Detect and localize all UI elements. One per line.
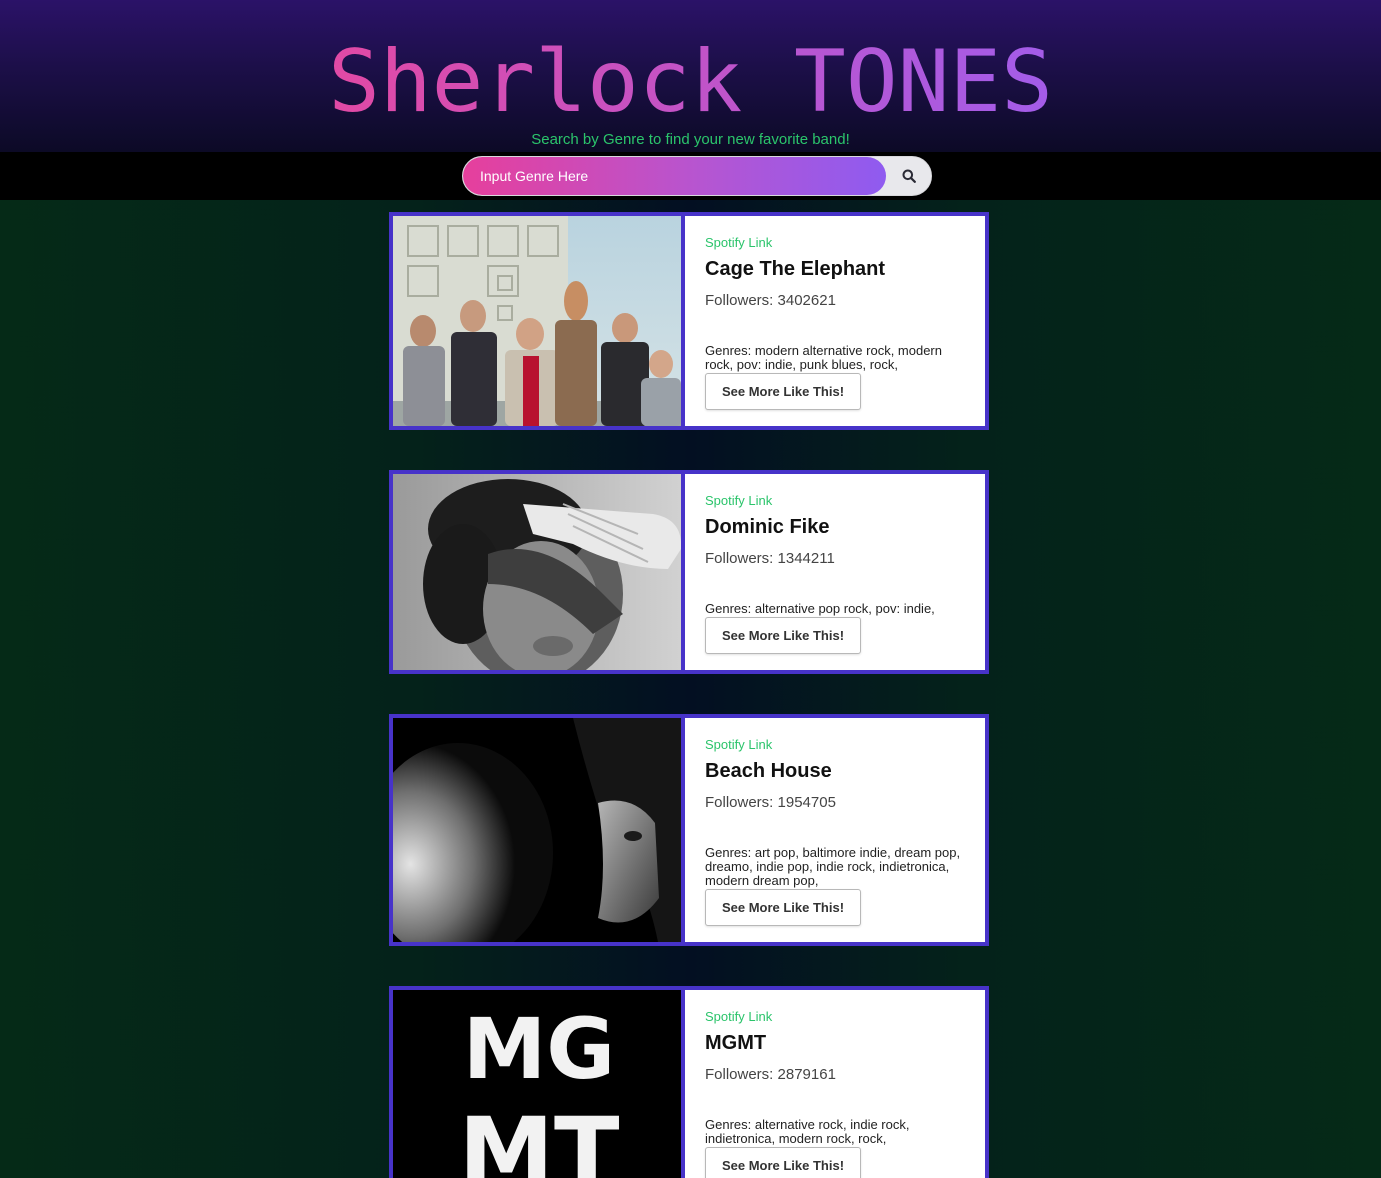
artist-name: MGMT bbox=[705, 1032, 767, 1054]
spotify-link[interactable]: Spotify Link bbox=[705, 235, 772, 251]
spotify-link[interactable]: Spotify Link bbox=[705, 493, 772, 509]
artist-image bbox=[393, 718, 685, 942]
artist-name: Beach House bbox=[705, 760, 832, 782]
svg-text:MT: MT bbox=[458, 1097, 619, 1178]
artist-genres: Genres: alternative rock, indie rock, in… bbox=[705, 1117, 910, 1146]
see-more-button[interactable]: See More Like This! bbox=[705, 1147, 861, 1178]
artist-image bbox=[393, 216, 685, 426]
see-more-button[interactable]: See More Like This! bbox=[705, 889, 861, 926]
page-subtitle: Search by Genre to find your new favorit… bbox=[531, 131, 850, 148]
artist-genres: Genres: alternative pop rock, pov: indie… bbox=[705, 601, 935, 616]
spotify-link[interactable]: Spotify Link bbox=[705, 1009, 772, 1025]
svg-text:MG: MG bbox=[463, 1000, 616, 1098]
app-title: Sherlock TONES bbox=[0, 34, 1381, 130]
search-button[interactable] bbox=[886, 157, 931, 195]
artist-name: Dominic Fike bbox=[705, 516, 830, 538]
see-more-button[interactable]: See More Like This! bbox=[705, 617, 861, 654]
artist-card: MG MT Spotify Link MGMT Followers: 28791… bbox=[389, 986, 989, 1178]
search-bar bbox=[0, 152, 1381, 200]
artist-image: MG MT bbox=[393, 990, 685, 1178]
follower-count: Followers: 1954705 bbox=[705, 794, 836, 811]
artist-card: Spotify Link Cage The Elephant Followers… bbox=[389, 212, 989, 430]
follower-count: Followers: 3402621 bbox=[705, 292, 836, 309]
artist-genres: Genres: modern alternative rock, modern … bbox=[705, 343, 942, 372]
see-more-button[interactable]: See More Like This! bbox=[705, 373, 861, 410]
search-icon bbox=[902, 169, 916, 183]
follower-count: Followers: 1344211 bbox=[705, 550, 835, 567]
artist-genres: Genres: art pop, baltimore indie, dream … bbox=[705, 845, 961, 888]
search-group bbox=[462, 156, 932, 196]
artist-card: Spotify Link Beach House Followers: 1954… bbox=[389, 714, 989, 946]
artist-card: Spotify Link Dominic Fike Followers: 134… bbox=[389, 470, 989, 674]
follower-count: Followers: 2879161 bbox=[705, 1066, 836, 1083]
genre-search-input[interactable] bbox=[463, 157, 886, 195]
spotify-link[interactable]: Spotify Link bbox=[705, 737, 772, 753]
page-header: Sherlock TONES Search by Genre to find y… bbox=[0, 0, 1381, 152]
artist-image bbox=[393, 474, 685, 670]
artist-name: Cage The Elephant bbox=[705, 258, 886, 280]
